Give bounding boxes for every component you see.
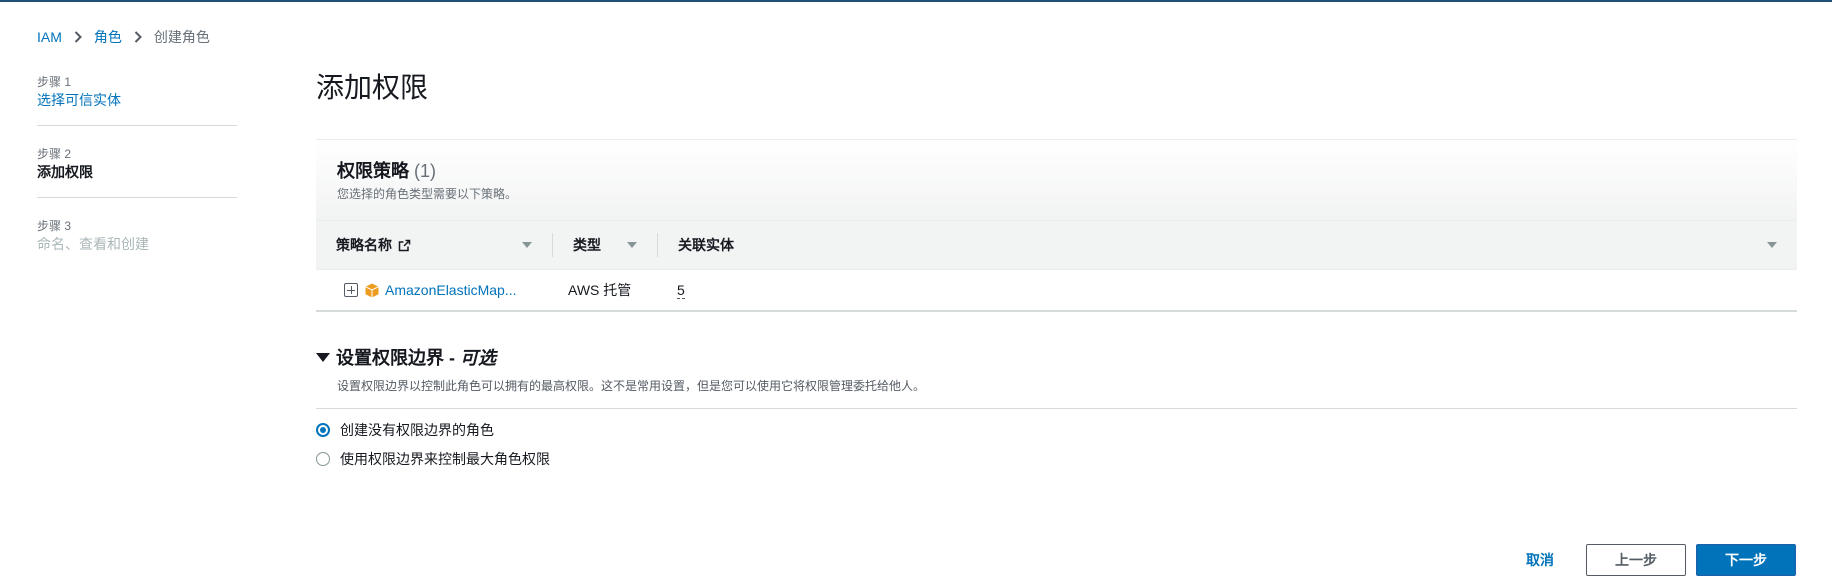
aws-policy-cube-icon — [365, 283, 379, 298]
attached-entities-count[interactable]: 5 — [677, 282, 685, 299]
panel-title: 权限策略 (1) — [337, 157, 1776, 183]
column-label: 关联实体 — [678, 237, 734, 253]
boundary-description: 设置权限边界以控制此角色可以拥有的最高权限。这不是常用设置，但是您可以使用它将权… — [337, 379, 926, 393]
next-button[interactable]: 下一步 — [1696, 544, 1796, 576]
panel-count: (1) — [414, 161, 437, 181]
boundary-title: 设置权限边界 - 可选 — [336, 344, 496, 370]
step-label-add-permissions: 添加权限 — [37, 164, 93, 180]
caret-down-icon — [316, 352, 330, 362]
sort-caret-icon — [627, 242, 637, 248]
step-number: 步骤 1 — [37, 75, 72, 89]
table-row: AmazonElasticMap... AWS 托管 5 — [316, 270, 1797, 312]
step-number: 步骤 2 — [37, 147, 72, 161]
cancel-button[interactable]: 取消 — [1526, 550, 1554, 570]
top-border — [0, 0, 1832, 2]
breadcrumb-iam[interactable]: IAM — [37, 29, 62, 45]
column-label: 类型 — [573, 237, 601, 253]
permissions-policies-panel: 权限策略 (1) 您选择的角色类型需要以下策略。 策略名称 类型 关联实体 Am… — [316, 139, 1797, 312]
boundary-expander[interactable]: 设置权限边界 - 可选 — [316, 344, 1797, 370]
radio-checked-icon[interactable] — [316, 423, 330, 437]
previous-button[interactable]: 上一步 — [1586, 544, 1686, 576]
column-header-attached-entities[interactable]: 关联实体 — [657, 233, 1797, 257]
wizard-footer: 取消 上一步 下一步 — [1526, 544, 1796, 576]
breadcrumb-roles[interactable]: 角色 — [94, 27, 122, 47]
panel-description: 您选择的角色类型需要以下策略。 — [337, 187, 518, 201]
column-label: 策略名称 — [336, 237, 392, 253]
radio-use-boundary[interactable]: 使用权限边界来控制最大角色权限 — [316, 449, 1797, 469]
sort-caret-icon — [1767, 242, 1777, 248]
radio-no-boundary[interactable]: 创建没有权限边界的角色 — [316, 420, 1797, 440]
column-header-policy-name[interactable]: 策略名称 — [316, 233, 552, 257]
cell-attached-entities: 5 — [657, 282, 685, 299]
radio-label: 使用权限边界来控制最大角色权限 — [340, 451, 550, 467]
chevron-right-icon — [134, 31, 142, 43]
step-label-name-review-create: 命名、查看和创建 — [37, 236, 149, 252]
permissions-boundary-section: 设置权限边界 - 可选 设置权限边界以控制此角色可以拥有的最高权限。这不是常用设… — [316, 344, 1797, 469]
column-header-type[interactable]: 类型 — [552, 233, 657, 257]
sort-caret-icon — [522, 242, 532, 248]
policy-name-link[interactable]: AmazonElasticMap... — [385, 282, 517, 298]
divider — [316, 408, 1797, 409]
page-title: 添加权限 — [316, 72, 429, 103]
step-2: 步骤 2 添加权限 — [37, 146, 237, 198]
step-link-select-trusted-entity[interactable]: 选择可信实体 — [37, 90, 237, 110]
step-3: 步骤 3 命名、查看和创建 — [37, 218, 237, 269]
step-1: 步骤 1 选择可信实体 — [37, 74, 237, 126]
boundary-optional-label: 可选 — [460, 348, 497, 368]
chevron-right-icon — [74, 31, 82, 43]
step-number: 步骤 3 — [37, 219, 72, 233]
radio-label: 创建没有权限边界的角色 — [340, 422, 494, 438]
wizard-steps: 步骤 1 选择可信实体 步骤 2 添加权限 步骤 3 命名、查看和创建 — [37, 74, 237, 289]
cell-type: AWS 托管 — [568, 282, 632, 298]
table-header: 策略名称 类型 关联实体 — [316, 221, 1797, 270]
boundary-title-text: 设置权限边界 - — [336, 348, 455, 368]
breadcrumb: IAM 角色 创建角色 — [37, 27, 210, 47]
cell-policy-name: AmazonElasticMap... — [316, 282, 552, 298]
expand-plus-icon[interactable] — [344, 283, 358, 297]
radio-unchecked-icon[interactable] — [316, 452, 330, 466]
external-link-icon — [398, 239, 411, 252]
breadcrumb-create-role: 创建角色 — [153, 29, 210, 45]
panel-title-text: 权限策略 — [337, 161, 409, 181]
panel-header: 权限策略 (1) 您选择的角色类型需要以下策略。 — [316, 140, 1797, 221]
